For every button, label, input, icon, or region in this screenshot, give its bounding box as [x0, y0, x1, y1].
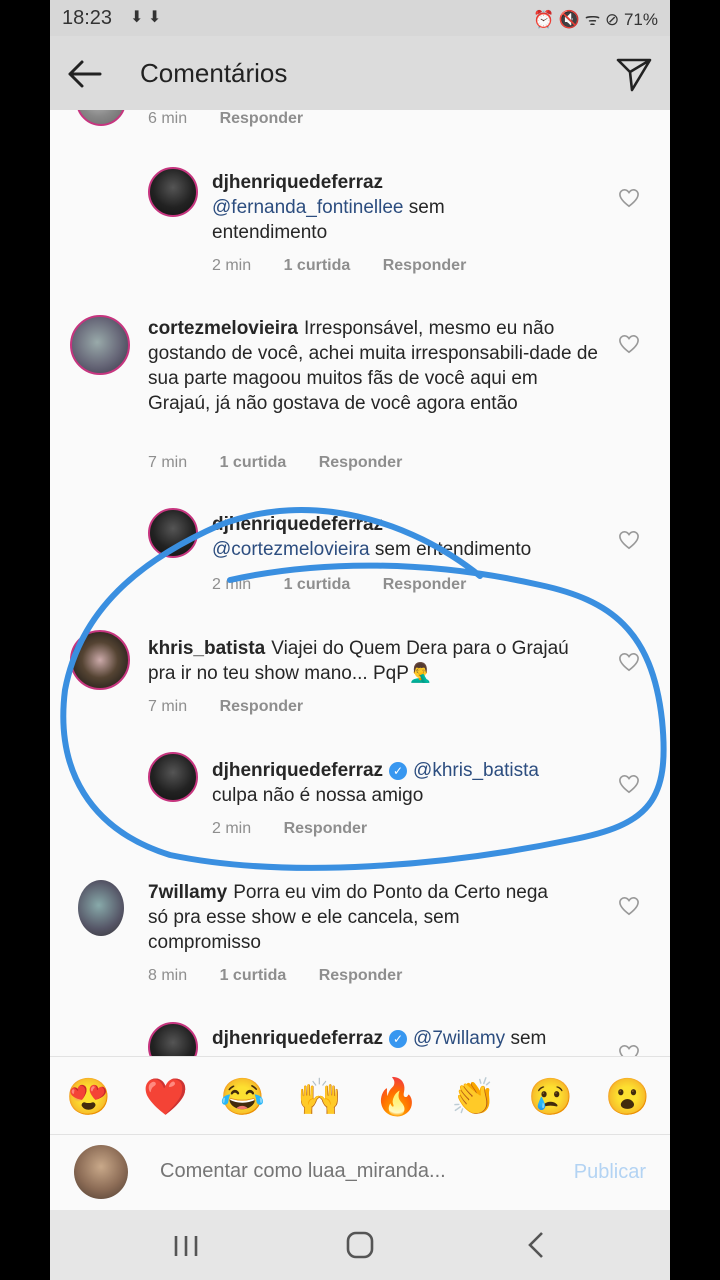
- paper-plane-icon[interactable]: [614, 54, 654, 94]
- comment-meta: 7 min 1 curtida Responder: [148, 454, 430, 472]
- comment-body: khris_batista Viajei do Quem Dera para o …: [148, 636, 588, 686]
- comment-body: djhenriquedeferraz ✓ @7willamy sem: [212, 1026, 612, 1051]
- surprised-emoji-button[interactable]: 😮: [605, 1075, 650, 1119]
- comment-meta: 2 min Responder: [212, 820, 395, 838]
- reply-button[interactable]: Responder: [284, 820, 368, 837]
- comment-body: djhenriquedeferraz @fernanda_fontinellee…: [212, 170, 482, 245]
- comment-input-bar: Publicar: [50, 1134, 670, 1211]
- reply-button[interactable]: Responder: [220, 110, 304, 127]
- clap-emoji-button[interactable]: 👏: [451, 1075, 496, 1119]
- comment-body: djhenriquedeferraz ✓ @khris_batista culpa …: [212, 758, 592, 808]
- comment-meta: 2 min 1 curtida Responder: [212, 576, 494, 594]
- comment-time: 7 min: [148, 454, 188, 471]
- heart-eyes-emoji-button[interactable]: 😍: [66, 1075, 111, 1119]
- download-icons: ⬇ ⬇: [130, 9, 162, 26]
- comment-time: 2 min: [212, 257, 252, 274]
- system-icons: ⏰ 🔇 ᯤ ⊘: [532, 10, 620, 29]
- avatar[interactable]: [70, 630, 130, 690]
- comment-username[interactable]: djhenriquedeferraz: [212, 1028, 383, 1049]
- avatar[interactable]: [70, 315, 130, 375]
- comment-mention[interactable]: @7willamy: [413, 1028, 505, 1049]
- home-icon[interactable]: [340, 1228, 380, 1262]
- comment-time: 6 min: [148, 110, 188, 127]
- heart-icon[interactable]: [618, 652, 640, 672]
- comment-list[interactable]: 6 min Responder djhenriquedeferraz @fern…: [50, 110, 670, 1056]
- comment-time: 7 min: [148, 698, 188, 715]
- comment-time: 2 min: [212, 820, 252, 837]
- comment-text: sem entendimento: [369, 539, 532, 560]
- app-header: Comentários: [50, 36, 670, 110]
- comment-username[interactable]: khris_batista: [148, 638, 265, 659]
- comment-time: 8 min: [148, 967, 188, 984]
- reply-button[interactable]: Responder: [220, 698, 304, 715]
- comment-username[interactable]: djhenriquedeferraz: [212, 760, 383, 781]
- current-user-avatar: [74, 1145, 128, 1199]
- heart-icon[interactable]: [618, 1044, 640, 1056]
- like-count[interactable]: 1 curtida: [220, 454, 287, 471]
- comment-body: 7willamy Porra eu vim do Ponto da Certo n…: [148, 880, 568, 955]
- system-nav-bar: [50, 1210, 670, 1280]
- reply-button[interactable]: Responder: [319, 967, 403, 984]
- status-time: 18:23: [62, 7, 113, 29]
- status-right: ⏰ 🔇 ᯤ ⊘ 71%: [533, 7, 658, 30]
- comment-text: culpa não é nossa amigo: [212, 785, 424, 806]
- avatar[interactable]: [78, 880, 124, 936]
- avatar[interactable]: [148, 508, 198, 558]
- avatar[interactable]: [148, 1022, 198, 1056]
- heart-icon[interactable]: [618, 530, 640, 550]
- reply-button[interactable]: Responder: [383, 257, 467, 274]
- avatar[interactable]: [148, 167, 198, 217]
- comment-meta: 6 min Responder: [148, 110, 331, 128]
- heart-icon[interactable]: [618, 774, 640, 794]
- comment-username[interactable]: djhenriquedeferraz: [212, 172, 383, 193]
- phone-screen: 18:23 ⬇ ⬇ ⏰ 🔇 ᯤ ⊘ 71% Comentários 6 min …: [50, 0, 670, 1280]
- publish-button[interactable]: Publicar: [574, 1161, 646, 1184]
- like-count[interactable]: 1 curtida: [284, 576, 351, 593]
- comment-text: sem: [505, 1028, 547, 1049]
- heart-icon[interactable]: [618, 188, 640, 208]
- like-count[interactable]: 1 curtida: [284, 257, 351, 274]
- comment-mention[interactable]: @khris_batista: [413, 760, 539, 781]
- verified-badge-icon: ✓: [389, 762, 408, 780]
- avatar[interactable]: [76, 110, 126, 126]
- avatar[interactable]: [148, 752, 198, 802]
- comment-time: 2 min: [212, 576, 252, 593]
- comment-mention[interactable]: @fernanda_fontinellee: [212, 197, 403, 218]
- heart-icon[interactable]: [618, 896, 640, 916]
- laughing-emoji-button[interactable]: 😂: [220, 1075, 265, 1119]
- status-bar: 18:23 ⬇ ⬇ ⏰ 🔇 ᯤ ⊘ 71%: [50, 0, 670, 36]
- heart-icon[interactable]: [618, 334, 640, 354]
- comment-body: cortezmelovieira Irresponsável, mesmo eu …: [148, 316, 598, 416]
- verified-badge-icon: ✓: [389, 1030, 408, 1048]
- crying-emoji-button[interactable]: 😢: [528, 1075, 573, 1119]
- page-title: Comentários: [140, 58, 288, 88]
- recent-apps-icon[interactable]: [166, 1228, 206, 1262]
- reply-button[interactable]: Responder: [319, 454, 403, 471]
- comment-username[interactable]: 7willamy: [148, 882, 227, 903]
- comment-username[interactable]: djhenriquedeferraz: [212, 514, 383, 535]
- comment-mention[interactable]: @cortezmelovieira: [212, 539, 370, 560]
- red-heart-emoji-button[interactable]: ❤️: [143, 1075, 188, 1119]
- reply-button[interactable]: Responder: [383, 576, 467, 593]
- comment-meta: 7 min Responder: [148, 698, 331, 716]
- arrow-left-icon[interactable]: [64, 54, 104, 94]
- raised-hands-emoji-button[interactable]: 🙌: [297, 1075, 342, 1119]
- like-count[interactable]: 1 curtida: [220, 967, 287, 984]
- back-nav-icon[interactable]: [516, 1228, 556, 1262]
- comment-body: djhenriquedeferraz @cortezmelovieira sem…: [212, 512, 602, 562]
- comment-meta: 2 min 1 curtida Responder: [212, 257, 494, 275]
- comment-username[interactable]: cortezmelovieira: [148, 318, 298, 339]
- battery-level: 71%: [623, 10, 658, 29]
- comment-meta: 8 min 1 curtida Responder: [148, 967, 430, 985]
- fire-emoji-button[interactable]: 🔥: [374, 1075, 419, 1119]
- comment-input[interactable]: [158, 1159, 502, 1184]
- quick-emoji-bar: 😍 ❤️ 😂 🙌 🔥 👏 😢 😮: [50, 1056, 670, 1135]
